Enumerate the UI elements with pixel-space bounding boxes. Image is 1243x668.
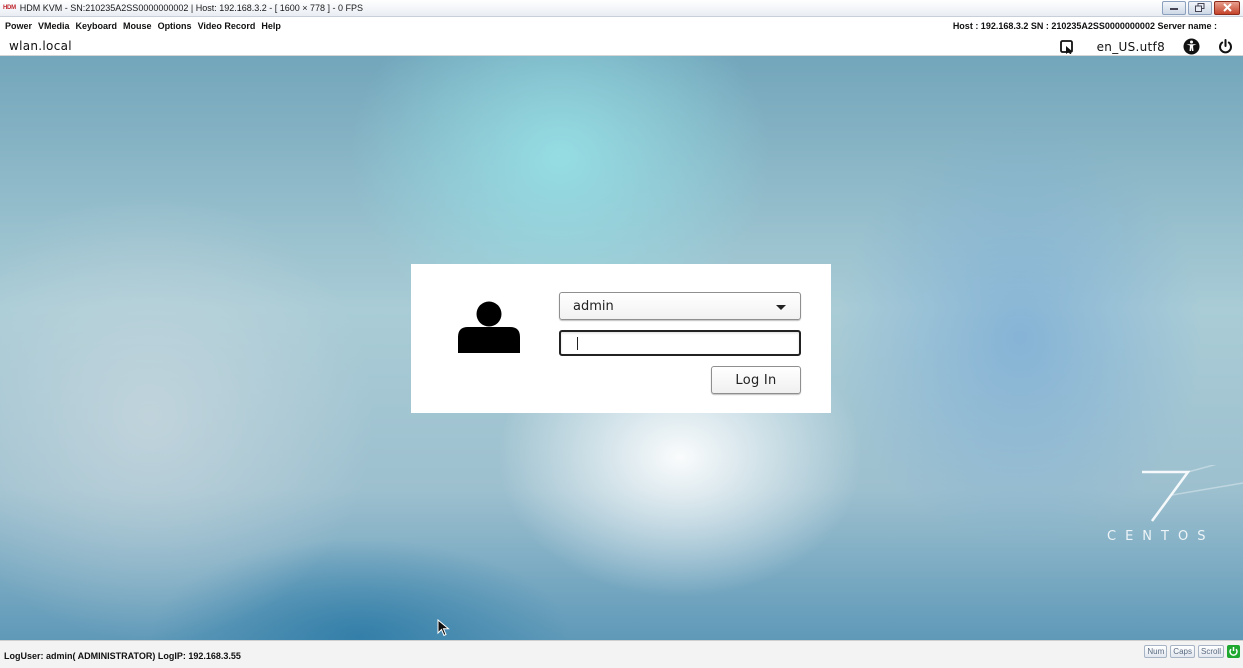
menu-vmedia[interactable]: VMedia	[38, 21, 70, 31]
locale-indicator[interactable]: en_US.utf8	[1097, 40, 1165, 54]
mouse-pointer-icon	[437, 618, 451, 637]
window-controls	[1162, 1, 1240, 15]
text-cursor	[577, 337, 578, 350]
hostname-label: wlan.local	[9, 39, 72, 53]
close-icon	[1222, 2, 1232, 14]
window-title: HDM KVM - SN:210235A2SS0000000002 | Host…	[19, 3, 364, 13]
lock-indicators: Num Caps Scroll	[1144, 645, 1240, 658]
session-indicator-icon[interactable]	[1059, 39, 1075, 54]
login-dialog: admin Log In	[411, 264, 831, 413]
user-avatar-icon	[458, 301, 520, 353]
scroll-lock-indicator: Scroll	[1197, 645, 1224, 658]
chevron-down-icon	[776, 305, 786, 310]
window-title-bar: HDM HDM KVM - SN:210235A2SS0000000002 | …	[0, 0, 1243, 17]
minimize-icon	[1169, 3, 1179, 13]
remote-screen[interactable]: wlan.local en_US.utf8 admin Log In CENTO…	[0, 37, 1243, 640]
login-user-info: LogUser: admin( ADMINISTRATOR) LogIP: 19…	[4, 651, 241, 661]
restore-button[interactable]	[1188, 1, 1212, 15]
menu-power[interactable]: Power	[5, 21, 32, 31]
password-input[interactable]	[559, 330, 801, 356]
power-icon[interactable]	[1218, 39, 1233, 54]
connection-status-icon	[1227, 645, 1240, 658]
app-logo: HDM	[3, 5, 16, 11]
accessibility-icon[interactable]	[1183, 38, 1200, 55]
restore-icon	[1195, 2, 1205, 14]
menu-video-record[interactable]: Video Record	[198, 21, 256, 31]
caps-lock-indicator: Caps	[1170, 645, 1195, 658]
menu-help[interactable]: Help	[261, 21, 281, 31]
num-lock-indicator: Num	[1144, 645, 1168, 658]
username-value: admin	[573, 298, 614, 314]
menu-bar: Power VMedia Keyboard Mouse Options Vide…	[0, 17, 1243, 35]
minimize-button[interactable]	[1162, 1, 1186, 15]
host-info: Host : 192.168.3.2 SN : 210235A2SS000000…	[952, 21, 1217, 31]
centos-watermark-text: CENTOS	[1107, 529, 1215, 544]
top-bar-right: en_US.utf8	[1059, 37, 1233, 56]
username-dropdown[interactable]: admin	[559, 292, 801, 320]
gnome-top-bar: wlan.local en_US.utf8	[0, 37, 1243, 56]
status-bar: LogUser: admin( ADMINISTRATOR) LogIP: 19…	[0, 640, 1243, 668]
close-button[interactable]	[1214, 1, 1240, 15]
menu-options[interactable]: Options	[158, 21, 192, 31]
login-button[interactable]: Log In	[711, 366, 801, 394]
menu-mouse[interactable]: Mouse	[123, 21, 152, 31]
menu-keyboard[interactable]: Keyboard	[76, 21, 118, 31]
